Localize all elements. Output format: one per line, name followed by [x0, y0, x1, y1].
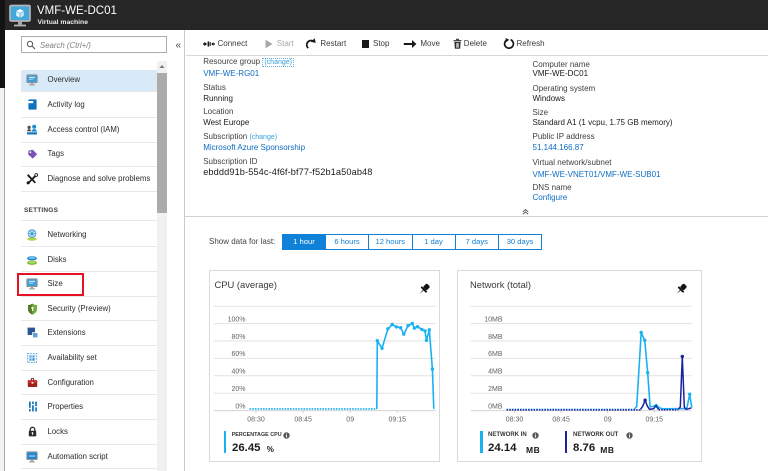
- svg-text:4MB: 4MB: [488, 369, 503, 376]
- svg-text:08:30: 08:30: [505, 417, 523, 424]
- svg-text:10MB: 10MB: [484, 316, 503, 323]
- svg-text:60%: 60%: [231, 351, 245, 358]
- svg-text:08:45: 08:45: [552, 417, 570, 424]
- svg-text:«»: «»: [29, 453, 35, 459]
- svg-text:40%: 40%: [231, 369, 245, 376]
- svg-text:08:30: 08:30: [247, 417, 265, 424]
- svg-text:09: 09: [603, 417, 611, 424]
- svg-text:09:15: 09:15: [388, 417, 406, 424]
- svg-text:09: 09: [346, 417, 354, 424]
- svg-text:2MB: 2MB: [488, 386, 503, 393]
- svg-text:0%: 0%: [235, 403, 245, 410]
- svg-text:8MB: 8MB: [488, 334, 503, 341]
- svg-text:100%: 100%: [227, 316, 245, 323]
- svg-text:20%: 20%: [231, 386, 245, 393]
- svg-text:6MB: 6MB: [488, 351, 503, 358]
- svg-text:09:15: 09:15: [645, 417, 663, 424]
- svg-text:80%: 80%: [231, 334, 245, 341]
- svg-text:08:45: 08:45: [294, 417, 312, 424]
- svg-text:0MB: 0MB: [488, 403, 503, 410]
